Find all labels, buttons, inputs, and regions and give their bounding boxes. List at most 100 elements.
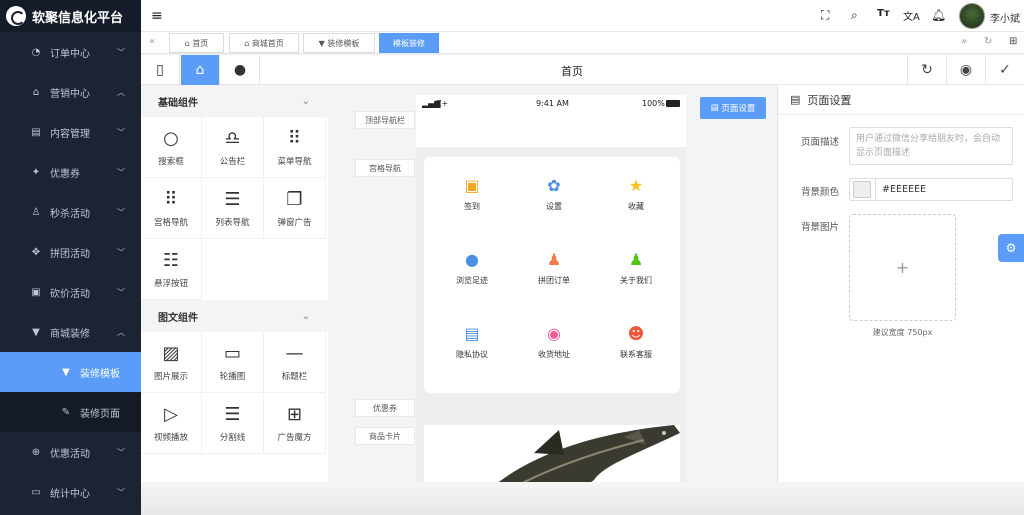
component-label[interactable]: 宫格导航 [355, 159, 415, 177]
grid-nav-item[interactable]: ♟ 关于我们 [596, 251, 676, 286]
grid-nav-label: 收货地址 [538, 350, 570, 359]
team-icon: ♟ [546, 250, 562, 269]
tab-home[interactable]: ⌂ 首页 [169, 33, 224, 53]
component-item[interactable]: ☰ 列表导航 [202, 178, 264, 239]
sidebar-menu: ◔ 订单中心 ﹀ ⌂ 营销中心 ︿ ▤ 内容管理 ﹀ ✦ 优惠券 ﹀ ♙ 秒杀活动 ﹀ ✥ 拼团活动 ﹀ ▣ 砍价活动… [0, 32, 141, 512]
app-logo[interactable]: 软聚信息化平台 [0, 0, 141, 32]
component-item[interactable]: ⊞ 广告魔方 [264, 393, 326, 454]
sidebar-item-label: 砍价活动 [50, 288, 90, 300]
tab-decoration-templates[interactable]: ▼ 装修模板 [303, 33, 375, 53]
refresh-icon[interactable]: ↻ [984, 36, 992, 47]
component-label: 列表导航 [215, 218, 250, 228]
grid-nav-item[interactable]: ★ 收藏 [596, 177, 676, 212]
grid-nav-item[interactable]: ▤ 隐私协议 [432, 325, 512, 360]
bg-image-upload[interactable]: + [849, 214, 956, 321]
home-view-button[interactable]: ⌂ [181, 55, 220, 85]
reset-button[interactable]: ↻ [907, 55, 946, 85]
document-icon: ▤ [790, 93, 808, 106]
basic-components-header[interactable]: 基础组件 ⌄ [141, 85, 328, 117]
grid-nav-item[interactable]: ☻ 联系客服 [596, 325, 676, 360]
bg-color-value[interactable]: #EEEEEE [875, 179, 926, 200]
media-components-header[interactable]: 图文组件 ⌄ [141, 300, 328, 332]
hamburger-icon[interactable]: ≡ [151, 8, 163, 24]
component-item[interactable]: ⠿ 菜单导航 [264, 117, 326, 178]
user-view-button[interactable]: ● [221, 55, 260, 85]
basic-components-grid: ○ 搜索框 ♎ 公告栏 ⠿ 菜单导航 ⠿ 宫格导航 ☰ 列表导航 ❐ 弹窗广告 ☷ 悬浮按钮 [141, 117, 328, 300]
component-label[interactable]: 优惠券 [355, 399, 415, 417]
grid-nav-item[interactable]: ◉ 收货地址 [514, 325, 594, 360]
grid-nav-label: 联系客服 [620, 350, 652, 359]
grid-nav-item[interactable]: ✿ 设置 [514, 177, 594, 212]
search-icon: ○ [163, 128, 179, 149]
sidebar-item[interactable]: ♙ 秒杀活动 ﹀ [0, 192, 141, 232]
component-label: 轮播图 [219, 372, 246, 382]
sidebar-item[interactable]: ✦ 优惠券 ﹀ [0, 152, 141, 192]
component-item[interactable]: ♎ 公告栏 [202, 117, 264, 178]
top-bar: ≡ ⛶ ⌕ Tт 文A 🔔︎ 李小斌 [141, 0, 1024, 32]
component-label[interactable]: 商品卡片 [355, 427, 415, 445]
tab-scroll-right-icon[interactable]: » [961, 36, 967, 47]
gauge-icon: ◔ [31, 46, 41, 58]
search-icon[interactable]: ⌕ [851, 8, 858, 23]
sidebar-item[interactable]: ▼ 装修模板 [0, 352, 141, 392]
fullscreen-icon[interactable]: ⛶ [821, 8, 829, 23]
grid-nav-item[interactable]: ● 浏览足迹 [432, 251, 512, 286]
color-swatch[interactable] [853, 181, 871, 198]
settings-gear-button[interactable]: ⚙ [998, 234, 1024, 262]
tab-mall-home[interactable]: ⌂ 商城首页 [229, 33, 299, 53]
user-icon: ● [233, 62, 247, 78]
grid-nav-item[interactable]: ▣ 签到 [432, 177, 512, 212]
component-item[interactable]: ☷ 悬浮按钮 [141, 239, 202, 300]
grid-nav-label: 浏览足迹 [456, 276, 488, 285]
sidebar-item[interactable]: ✥ 拼团活动 ﹀ [0, 232, 141, 272]
top-navbar-preview[interactable] [416, 111, 686, 147]
grid-icon: ⠿ [164, 189, 178, 210]
sidebar-item[interactable]: ⌂ 营销中心 ︿ [0, 72, 141, 112]
component-item[interactable]: ▷ 视频播放 [141, 393, 202, 454]
bg-color-picker[interactable]: #EEEEEE [849, 178, 1013, 201]
grid-nav-label: 关于我们 [620, 276, 652, 285]
grid-nav-item[interactable]: ♟ 拼团订单 [514, 251, 594, 286]
tab-template-decoration[interactable]: 模板装修 [379, 33, 439, 53]
user-icon: ♙ [31, 206, 41, 218]
eye-icon: ◉ [959, 62, 973, 78]
grid-nav-preview[interactable]: ▣ 签到 ✿ 设置 ★ 收藏 ● 浏览足迹 ♟ 拼团订单 ♟ 关于我们 ▤ 隐私协议 ◉ 收货地址 ☻ 联系客服 [424, 157, 680, 393]
component-label[interactable]: 顶部导航栏 [355, 111, 415, 129]
tab-scroll-left-icon[interactable]: « [149, 36, 155, 47]
chevron-down-icon: ⌄ [301, 310, 310, 322]
component-item[interactable]: — 标题栏 [264, 332, 326, 393]
save-button[interactable]: ✓ [985, 55, 1024, 85]
page-description-input[interactable]: 用户通过微信分享给朋友时，会自动显示页面描述 [849, 127, 1013, 165]
grid-icon: ⠿ [287, 128, 302, 149]
sidebar-item[interactable]: ◔ 订单中心 ﹀ [0, 32, 141, 72]
sidebar-item[interactable]: ▼ 商城装修 ︿ [0, 312, 141, 352]
logo-icon [6, 6, 26, 26]
sidebar-item[interactable]: ▣ 砍价活动 ﹀ [0, 272, 141, 312]
grid-nav-label: 隐私协议 [456, 350, 488, 359]
edit-icon: ✎ [61, 406, 71, 418]
component-item[interactable]: ▨ 图片展示 [141, 332, 202, 393]
component-item[interactable]: ○ 搜索框 [141, 117, 202, 178]
preview-button[interactable]: ◉ [946, 55, 985, 85]
sidebar: 软聚信息化平台 ◔ 订单中心 ﹀ ⌂ 营销中心 ︿ ▤ 内容管理 ﹀ ✦ 优惠券 ﹀ ♙ 秒杀活动 ﹀ ✥ 拼团… [0, 0, 141, 515]
component-item[interactable]: ☰ 分割线 [202, 393, 264, 454]
tab-grid-icon[interactable]: ⊞ [1009, 36, 1017, 47]
translate-icon[interactable]: 文A [903, 8, 920, 23]
user-name[interactable]: 李小斌 [990, 10, 1020, 25]
tablet-view-button[interactable]: ▯ [141, 55, 180, 85]
sidebar-item-label: 内容管理 [50, 128, 90, 140]
popup-icon: ❐ [286, 189, 303, 210]
font-size-icon[interactable]: Tт [877, 8, 890, 19]
page-settings-button[interactable]: ▤ 页面设置 [700, 97, 766, 119]
sidebar-item[interactable]: ▤ 内容管理 ﹀ [0, 112, 141, 152]
sidebar-item[interactable]: ✎ 装修页面 [0, 392, 141, 432]
component-item[interactable]: ⠿ 宫格导航 [141, 178, 202, 239]
sidebar-item[interactable]: ▭ 统计中心 ﹀ [0, 472, 141, 512]
sidebar-item[interactable]: ⊕ 优惠活动 ﹀ [0, 432, 141, 472]
bell-icon[interactable]: 🔔︎ [931, 8, 946, 22]
component-item[interactable]: ▭ 轮播图 [202, 332, 264, 393]
brush-icon: ▼ [62, 366, 70, 378]
footprint-icon: ● [465, 250, 479, 269]
avatar[interactable] [959, 3, 985, 29]
component-item[interactable]: ❐ 弹窗广告 [264, 178, 326, 239]
